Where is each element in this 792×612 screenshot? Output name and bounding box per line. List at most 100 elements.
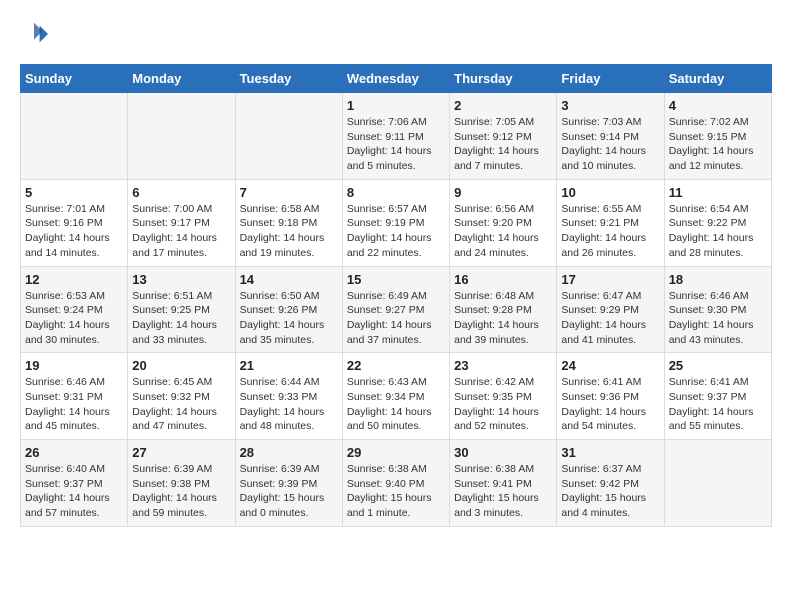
day-number: 30 xyxy=(454,445,552,460)
day-number: 12 xyxy=(25,272,123,287)
day-cell: 3 Sunrise: 7:03 AM Sunset: 9:14 PM Daylig… xyxy=(557,93,664,180)
header-cell-thursday: Thursday xyxy=(450,65,557,93)
calendar-header: SundayMondayTuesdayWednesdayThursdayFrid… xyxy=(21,65,772,93)
day-info: Sunrise: 6:47 AM Sunset: 9:29 PM Dayligh… xyxy=(561,289,659,348)
day-cell: 22Sunrise: 6:43 AM Sunset: 9:34 PM Dayli… xyxy=(342,353,449,440)
day-cell: 15 Sunrise: 6:49 AM Sunset: 9:27 PM Dayli… xyxy=(342,266,449,353)
calendar-table: SundayMondayTuesdayWednesdayThursdayFrid… xyxy=(20,64,772,527)
day-info: Sunrise: 6:46 AM Sunset: 9:30 PM Dayligh… xyxy=(669,289,767,348)
day-number: 15 xyxy=(347,272,445,287)
day-info: Sunrise: 6:38 AM Sunset: 9:41 PM Dayligh… xyxy=(454,462,552,521)
day-cell: 11 Sunrise: 6:54 AM Sunset: 9:22 PM Dayli… xyxy=(664,179,771,266)
day-number: 17 xyxy=(561,272,659,287)
day-info: Sunrise: 6:57 AM Sunset: 9:19 PM Dayligh… xyxy=(347,202,445,261)
day-number: 7 xyxy=(240,185,338,200)
header-cell-wednesday: Wednesday xyxy=(342,65,449,93)
week-row-4: 19 Sunrise: 6:46 AM Sunset: 9:31 PM Dayli… xyxy=(21,353,772,440)
day-cell: 29 Sunrise: 6:38 AM Sunset: 9:40 PM Dayli… xyxy=(342,440,449,527)
day-info: Sunrise: 7:03 AM Sunset: 9:14 PM Dayligh… xyxy=(561,115,659,174)
day-cell: 14Sunrise: 6:50 AM Sunset: 9:26 PM Dayli… xyxy=(235,266,342,353)
day-number: 18 xyxy=(669,272,767,287)
day-cell: 30 Sunrise: 6:38 AM Sunset: 9:41 PM Dayli… xyxy=(450,440,557,527)
day-info: Sunrise: 6:55 AM Sunset: 9:21 PM Dayligh… xyxy=(561,202,659,261)
day-info: Sunrise: 6:44 AM Sunset: 9:33 PM Dayligh… xyxy=(240,375,338,434)
day-info: Sunrise: 6:53 AM Sunset: 9:24 PM Dayligh… xyxy=(25,289,123,348)
day-info: Sunrise: 6:48 AM Sunset: 9:28 PM Dayligh… xyxy=(454,289,552,348)
day-cell: 17 Sunrise: 6:47 AM Sunset: 9:29 PM Dayli… xyxy=(557,266,664,353)
day-info: Sunrise: 6:38 AM Sunset: 9:40 PM Dayligh… xyxy=(347,462,445,521)
header-cell-sunday: Sunday xyxy=(21,65,128,93)
day-info: Sunrise: 6:56 AM Sunset: 9:20 PM Dayligh… xyxy=(454,202,552,261)
day-info: Sunrise: 6:51 AM Sunset: 9:25 PM Dayligh… xyxy=(132,289,230,348)
day-info: Sunrise: 6:49 AM Sunset: 9:27 PM Dayligh… xyxy=(347,289,445,348)
day-number: 25 xyxy=(669,358,767,373)
day-cell: 8 Sunrise: 6:57 AM Sunset: 9:19 PM Daylig… xyxy=(342,179,449,266)
day-cell: 23 Sunrise: 6:42 AM Sunset: 9:35 PM Dayli… xyxy=(450,353,557,440)
day-cell xyxy=(21,93,128,180)
day-number: 13 xyxy=(132,272,230,287)
day-number: 28 xyxy=(240,445,338,460)
day-cell: 7Sunrise: 6:58 AM Sunset: 9:18 PM Daylig… xyxy=(235,179,342,266)
day-info: Sunrise: 7:05 AM Sunset: 9:12 PM Dayligh… xyxy=(454,115,552,174)
day-cell: 10 Sunrise: 6:55 AM Sunset: 9:21 PM Dayli… xyxy=(557,179,664,266)
day-info: Sunrise: 7:00 AM Sunset: 9:17 PM Dayligh… xyxy=(132,202,230,261)
day-info: Sunrise: 6:41 AM Sunset: 9:37 PM Dayligh… xyxy=(669,375,767,434)
day-number: 24 xyxy=(561,358,659,373)
day-cell xyxy=(128,93,235,180)
day-cell: 25 Sunrise: 6:41 AM Sunset: 9:37 PM Dayli… xyxy=(664,353,771,440)
week-row-2: 5Sunrise: 7:01 AM Sunset: 9:16 PM Daylig… xyxy=(21,179,772,266)
day-number: 16 xyxy=(454,272,552,287)
day-info: Sunrise: 6:43 AM Sunset: 9:34 PM Dayligh… xyxy=(347,375,445,434)
day-number: 10 xyxy=(561,185,659,200)
day-info: Sunrise: 7:06 AM Sunset: 9:11 PM Dayligh… xyxy=(347,115,445,174)
header-cell-saturday: Saturday xyxy=(664,65,771,93)
day-cell: 28 Sunrise: 6:39 AM Sunset: 9:39 PM Dayli… xyxy=(235,440,342,527)
day-number: 21 xyxy=(240,358,338,373)
day-cell: 1 Sunrise: 7:06 AM Sunset: 9:11 PM Daylig… xyxy=(342,93,449,180)
day-info: Sunrise: 7:02 AM Sunset: 9:15 PM Dayligh… xyxy=(669,115,767,174)
day-info: Sunrise: 6:42 AM Sunset: 9:35 PM Dayligh… xyxy=(454,375,552,434)
header-cell-friday: Friday xyxy=(557,65,664,93)
day-number: 31 xyxy=(561,445,659,460)
week-row-1: 1 Sunrise: 7:06 AM Sunset: 9:11 PM Daylig… xyxy=(21,93,772,180)
day-number: 4 xyxy=(669,98,767,113)
day-cell: 16 Sunrise: 6:48 AM Sunset: 9:28 PM Dayli… xyxy=(450,266,557,353)
day-cell: 19 Sunrise: 6:46 AM Sunset: 9:31 PM Dayli… xyxy=(21,353,128,440)
day-info: Sunrise: 6:39 AM Sunset: 9:39 PM Dayligh… xyxy=(240,462,338,521)
week-row-3: 12 Sunrise: 6:53 AM Sunset: 9:24 PM Dayli… xyxy=(21,266,772,353)
day-info: Sunrise: 6:46 AM Sunset: 9:31 PM Dayligh… xyxy=(25,375,123,434)
day-cell: 12 Sunrise: 6:53 AM Sunset: 9:24 PM Dayli… xyxy=(21,266,128,353)
day-number: 23 xyxy=(454,358,552,373)
day-cell: 9 Sunrise: 6:56 AM Sunset: 9:20 PM Daylig… xyxy=(450,179,557,266)
day-cell: 18 Sunrise: 6:46 AM Sunset: 9:30 PM Dayli… xyxy=(664,266,771,353)
header-row: SundayMondayTuesdayWednesdayThursdayFrid… xyxy=(21,65,772,93)
day-info: Sunrise: 6:54 AM Sunset: 9:22 PM Dayligh… xyxy=(669,202,767,261)
day-number: 29 xyxy=(347,445,445,460)
day-cell xyxy=(235,93,342,180)
logo xyxy=(20,20,52,48)
day-info: Sunrise: 6:41 AM Sunset: 9:36 PM Dayligh… xyxy=(561,375,659,434)
day-cell: 31 Sunrise: 6:37 AM Sunset: 9:42 PM Dayli… xyxy=(557,440,664,527)
day-number: 3 xyxy=(561,98,659,113)
day-number: 11 xyxy=(669,185,767,200)
week-row-5: 26Sunrise: 6:40 AM Sunset: 9:37 PM Dayli… xyxy=(21,440,772,527)
day-number: 9 xyxy=(454,185,552,200)
day-number: 27 xyxy=(132,445,230,460)
day-info: Sunrise: 6:37 AM Sunset: 9:42 PM Dayligh… xyxy=(561,462,659,521)
day-cell: 13 Sunrise: 6:51 AM Sunset: 9:25 PM Dayli… xyxy=(128,266,235,353)
day-cell: 27Sunrise: 6:39 AM Sunset: 9:38 PM Dayli… xyxy=(128,440,235,527)
day-info: Sunrise: 6:45 AM Sunset: 9:32 PM Dayligh… xyxy=(132,375,230,434)
day-number: 20 xyxy=(132,358,230,373)
day-cell: 5Sunrise: 7:01 AM Sunset: 9:16 PM Daylig… xyxy=(21,179,128,266)
day-number: 26 xyxy=(25,445,123,460)
day-info: Sunrise: 6:50 AM Sunset: 9:26 PM Dayligh… xyxy=(240,289,338,348)
day-cell xyxy=(664,440,771,527)
day-cell: 2Sunrise: 7:05 AM Sunset: 9:12 PM Daylig… xyxy=(450,93,557,180)
day-number: 1 xyxy=(347,98,445,113)
day-number: 6 xyxy=(132,185,230,200)
day-number: 19 xyxy=(25,358,123,373)
day-info: Sunrise: 7:01 AM Sunset: 9:16 PM Dayligh… xyxy=(25,202,123,261)
day-cell: 24 Sunrise: 6:41 AM Sunset: 9:36 PM Dayli… xyxy=(557,353,664,440)
calendar-body: 1 Sunrise: 7:06 AM Sunset: 9:11 PM Daylig… xyxy=(21,93,772,527)
day-number: 8 xyxy=(347,185,445,200)
